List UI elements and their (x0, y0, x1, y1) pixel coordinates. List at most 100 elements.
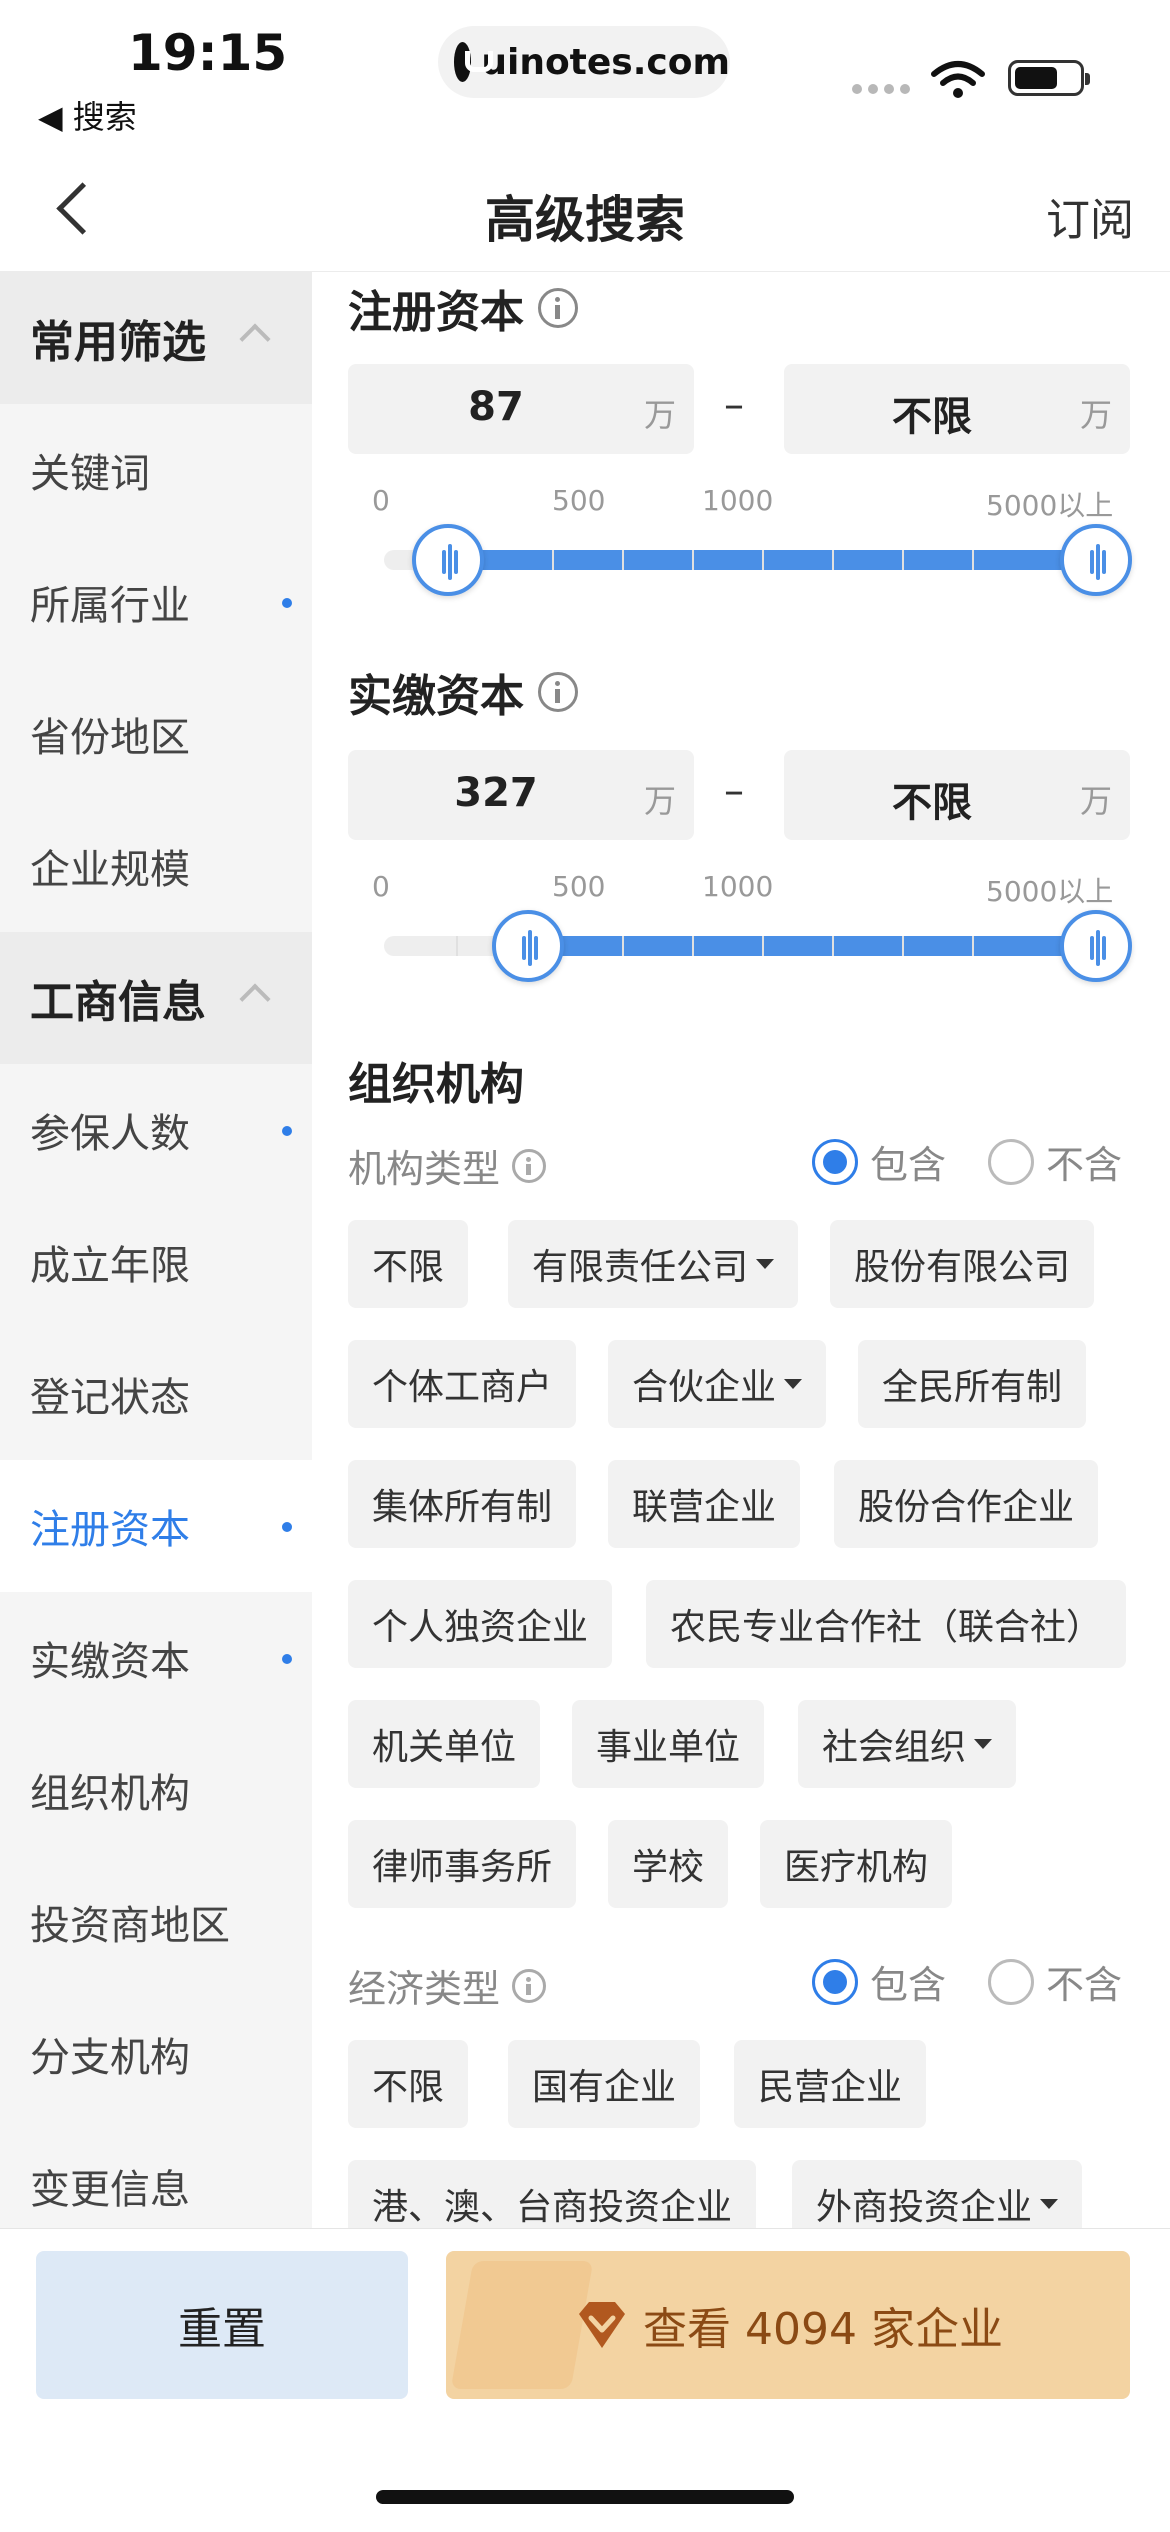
economy-type-label: 经济类型 (348, 1958, 547, 2013)
home-indicator (376, 2490, 794, 2504)
sidebar-item-scale[interactable]: 企业规模 (0, 800, 312, 932)
sidebar-item-label: 关键词 (30, 451, 150, 497)
chip-org-type[interactable]: 股份有限公司 (830, 1220, 1095, 1308)
chip-org-type[interactable]: 个体工商户 (348, 1340, 577, 1428)
chip-org-type-dropdown[interactable]: 有限责任公司 (508, 1220, 799, 1308)
chip-economy-type[interactable]: 国有企业 (508, 2040, 701, 2128)
sidebar-item-organization[interactable]: 组织机构 (0, 1724, 312, 1856)
sidebar-item-label: 投资商地区 (30, 1903, 230, 1949)
chip-org-type-dropdown[interactable]: 合伙企业 (608, 1340, 827, 1428)
section-registered-capital: 注册资本 (348, 276, 578, 340)
back-to-app-link[interactable]: ◀ 搜索 (38, 92, 137, 138)
sidebar-item-keyword[interactable]: 关键词 (0, 404, 312, 536)
slider-max-handle[interactable] (1060, 910, 1132, 982)
info-icon[interactable] (538, 288, 578, 328)
range-min-value: 327 (454, 770, 538, 816)
range-min-value: 87 (468, 384, 524, 430)
battery-icon (1008, 60, 1090, 96)
sidebar-item-branches[interactable]: 分支机构 (0, 1988, 312, 2120)
view-results-label: 查看 4094 家企业 (643, 2304, 1003, 2355)
chip-org-type[interactable]: 律师事务所 (348, 1820, 577, 1908)
subscribe-button[interactable]: 订阅 (1046, 184, 1134, 248)
range-unit: 万 (643, 396, 676, 434)
chip-org-type[interactable]: 农民专业合作社（联合社） (646, 1580, 1127, 1668)
sidebar-item-label: 工商信息 (30, 977, 206, 1028)
chip-org-type[interactable]: 学校 (608, 1820, 729, 1908)
selected-dot-icon (282, 1654, 292, 1664)
sidebar-item-years[interactable]: 成立年限 (0, 1196, 312, 1328)
slider-min-handle[interactable] (412, 524, 484, 596)
selected-dot-icon (282, 598, 292, 608)
sidebar-item-paid-capital[interactable]: 实缴资本 (0, 1592, 312, 1724)
registered-capital-min-input[interactable]: 87 万 (348, 364, 694, 454)
radio-unchecked-icon (988, 1958, 1034, 2005)
caret-down-icon (974, 1739, 993, 1749)
info-icon[interactable] (512, 1968, 547, 2003)
caret-down-icon (784, 1379, 803, 1389)
tick-label: 0 (372, 484, 390, 517)
chip-org-type[interactable]: 集体所有制 (348, 1460, 577, 1548)
chip-org-type-dropdown[interactable]: 社会组织 (798, 1700, 1017, 1788)
tick-label: 1000 (702, 484, 774, 517)
sidebar-item-label: 组织机构 (30, 1771, 190, 1817)
chip-org-type[interactable]: 医疗机构 (760, 1820, 953, 1908)
sidebar-item-registered-capital[interactable]: 注册资本 (0, 1460, 312, 1592)
signal-icon (852, 84, 910, 94)
chip-economy-type[interactable]: 港、澳、台商投资企业 (348, 2160, 757, 2228)
paid-capital-max-input[interactable]: 不限 万 (784, 750, 1130, 840)
wifi-icon (931, 61, 985, 98)
chip-org-type[interactable]: 股份合作企业 (834, 1460, 1099, 1548)
economy-include-radio[interactable]: 包含 (812, 1954, 946, 2009)
tick-label: 1000 (702, 870, 774, 903)
chip-economy-type-dropdown[interactable]: 外商投资企业 (792, 2160, 1083, 2228)
range-unit: 万 (1079, 396, 1112, 434)
range-dash: – (724, 768, 744, 814)
chip-org-type[interactable]: 全民所有制 (858, 1340, 1087, 1428)
chip-org-type[interactable]: 联营企业 (608, 1460, 801, 1548)
reset-button[interactable]: 重置 (36, 2251, 408, 2399)
chip-economy-type[interactable]: 民营企业 (734, 2040, 927, 2128)
registered-capital-slider-track[interactable] (384, 550, 1104, 570)
registered-capital-max-input[interactable]: 不限 万 (784, 364, 1130, 454)
sidebar-item-status[interactable]: 登记状态 (0, 1328, 312, 1460)
slider-max-handle[interactable] (1060, 524, 1132, 596)
range-max-value: 不限 (892, 394, 972, 440)
chip-org-type[interactable]: 个人独资企业 (348, 1580, 613, 1668)
info-icon[interactable] (512, 1148, 547, 1183)
org-include-radio[interactable]: 包含 (812, 1134, 946, 1189)
radio-label: 不含 (1046, 1963, 1123, 2007)
range-unit: 万 (1079, 782, 1112, 820)
slider-min-handle[interactable] (492, 910, 564, 982)
section-title: 实缴资本 (348, 671, 524, 722)
chip-org-type[interactable]: 机关单位 (348, 1700, 541, 1788)
sidebar-group-business[interactable]: 工商信息 (0, 932, 312, 1064)
status-bar: 19:15 ◀ 搜索 uinotes.com (0, 0, 1170, 150)
chip-org-type[interactable]: 不限 (348, 1220, 469, 1308)
tick-label: 0 (372, 870, 390, 903)
sidebar-item-industry[interactable]: 所属行业 (0, 536, 312, 668)
range-dash: – (724, 382, 744, 428)
paid-capital-min-input[interactable]: 327 万 (348, 750, 694, 840)
vip-diamond-icon (579, 2302, 626, 2348)
chip-org-type[interactable]: 事业单位 (572, 1700, 765, 1788)
radio-label: 不含 (1046, 1143, 1123, 1187)
sidebar-group-common[interactable]: 常用筛选 (0, 272, 312, 404)
view-results-button[interactable]: 查看 4094 家企业 (446, 2251, 1130, 2399)
range-unit: 万 (643, 782, 676, 820)
sidebar-item-insured[interactable]: 参保人数 (0, 1064, 312, 1196)
chip-economy-type[interactable]: 不限 (348, 2040, 469, 2128)
chevron-up-icon (239, 323, 271, 355)
info-icon[interactable] (538, 672, 578, 712)
org-exclude-radio[interactable]: 不含 (988, 1134, 1122, 1189)
sidebar-item-region[interactable]: 省份地区 (0, 668, 312, 800)
economy-exclude-radio[interactable]: 不含 (988, 1954, 1122, 2009)
sidebar-item-label: 省份地区 (30, 715, 190, 761)
nav-bar: 高级搜索 订阅 (0, 150, 1170, 272)
radio-checked-icon (812, 1138, 858, 1185)
selected-dot-icon (282, 1126, 292, 1136)
selected-dot-icon (282, 1522, 292, 1532)
radio-checked-icon (812, 1958, 858, 2005)
section-paid-capital: 实缴资本 (348, 660, 578, 724)
sidebar-item-investor-region[interactable]: 投资商地区 (0, 1856, 312, 1988)
url-pill[interactable]: uinotes.com (438, 26, 730, 98)
